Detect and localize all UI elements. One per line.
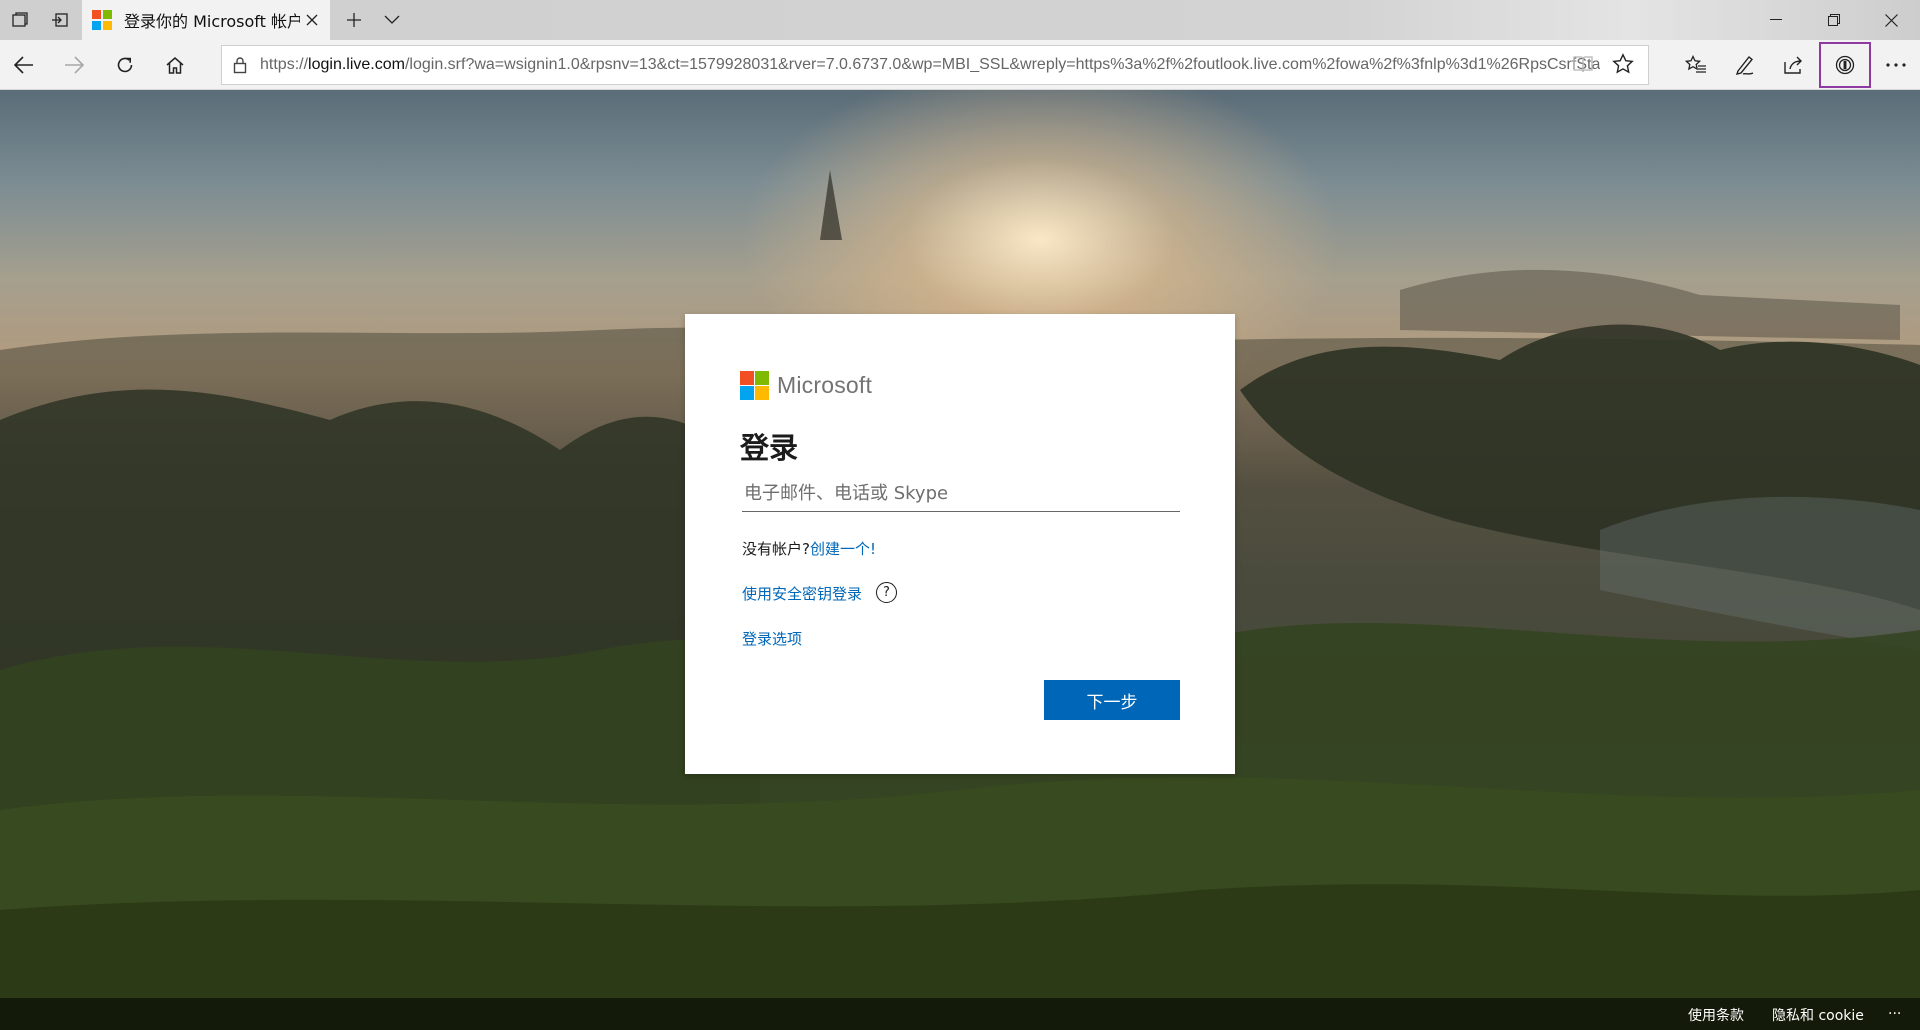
page-footer: 使用条款 隐私和 cookie ... <box>0 998 1920 1030</box>
back-arrow-icon[interactable] <box>4 45 44 85</box>
browser-tab[interactable]: 登录你的 Microsoft 帐户 <box>82 0 330 40</box>
refresh-icon[interactable] <box>105 45 145 85</box>
footer-more-link[interactable]: ... <box>1888 1002 1901 1018</box>
ellipsis-icon[interactable] <box>1876 45 1916 85</box>
close-window-button[interactable] <box>1862 0 1920 40</box>
tab-title: 登录你的 Microsoft 帐户 <box>124 12 300 31</box>
page-title: 登录 <box>740 431 799 465</box>
help-icon[interactable]: ? <box>876 582 897 603</box>
login-card: Microsoft 登录 没有帐户?创建一个! 使用安全密钥登录 ? 登录选项 … <box>685 314 1235 774</box>
share-icon[interactable] <box>1774 45 1814 85</box>
minimize-button[interactable] <box>1747 0 1805 40</box>
chevron-down-icon[interactable] <box>372 0 412 40</box>
security-key-link[interactable]: 使用安全密钥登录 <box>742 583 862 604</box>
microsoft-logo: Microsoft <box>740 371 872 400</box>
url-path: /login.srf?wa=wsignin1.0&rpsnv=13&ct=157… <box>404 56 1600 73</box>
home-icon[interactable] <box>155 45 195 85</box>
restore-button[interactable] <box>1805 0 1863 40</box>
no-account-line: 没有帐户?创建一个! <box>742 538 876 559</box>
url-host: login.live.com <box>308 56 405 73</box>
microsoft-favicon-icon <box>92 10 112 30</box>
forward-arrow-icon[interactable] <box>54 45 94 85</box>
lock-icon[interactable] <box>233 56 247 78</box>
url-text[interactable]: https://login.live.com/login.srf?wa=wsig… <box>260 46 1600 84</box>
terms-link[interactable]: 使用条款 <box>1688 1005 1744 1025</box>
book-icon[interactable] <box>1573 55 1593 77</box>
tab-strip: 登录你的 Microsoft 帐户 <box>0 0 1920 40</box>
favorites-list-icon[interactable] <box>1676 45 1716 85</box>
page-content: Microsoft 登录 没有帐户?创建一个! 使用安全密钥登录 ? 登录选项 … <box>0 90 1920 1030</box>
tab-actions-icon[interactable] <box>0 0 40 40</box>
close-tab-icon[interactable] <box>302 10 322 30</box>
star-icon[interactable] <box>1612 53 1634 79</box>
microsoft-logo-icon <box>740 371 769 400</box>
privacy-link[interactable]: 隐私和 cookie <box>1772 1005 1864 1025</box>
signin-options-link[interactable]: 登录选项 <box>742 628 802 649</box>
next-button[interactable]: 下一步 <box>1044 680 1180 720</box>
navigation-bar: https://login.live.com/login.srf?wa=wsig… <box>0 40 1920 90</box>
no-account-text: 没有帐户? <box>742 540 810 558</box>
password-manager-icon[interactable] <box>1819 42 1871 88</box>
url-scheme: https:// <box>260 56 309 73</box>
address-bar[interactable]: https://login.live.com/login.srf?wa=wsig… <box>221 45 1649 85</box>
pen-icon[interactable] <box>1725 45 1765 85</box>
set-aside-tabs-icon[interactable] <box>40 0 80 40</box>
brand-name: Microsoft <box>777 372 873 398</box>
create-account-link[interactable]: 创建一个! <box>810 540 876 558</box>
email-field[interactable] <box>742 476 1180 512</box>
plus-icon[interactable] <box>334 0 374 40</box>
